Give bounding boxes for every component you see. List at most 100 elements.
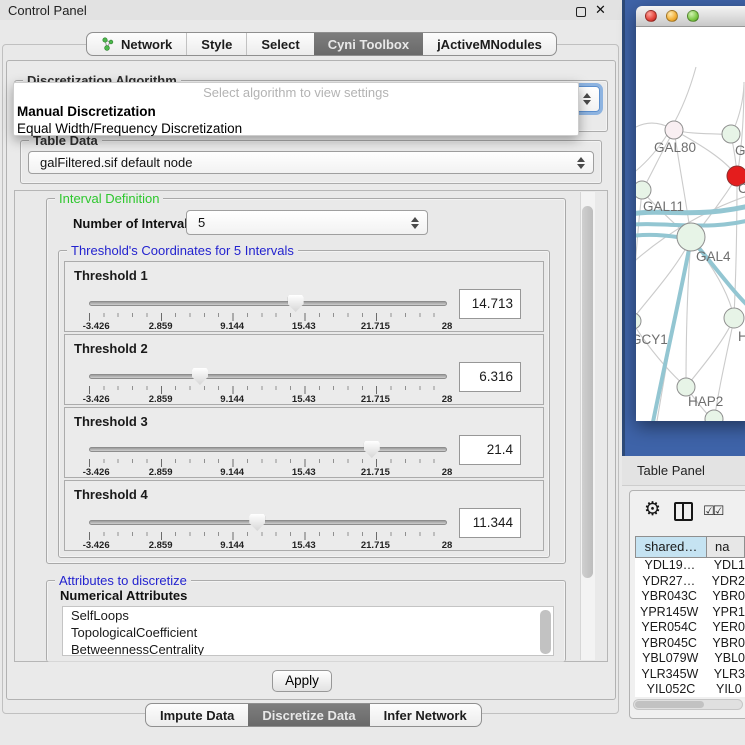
threshold-3-label: Threshold 3 [74,414,148,429]
cell-name[interactable]: YDL1 [705,558,745,574]
cell-name[interactable]: YDR2 [703,574,745,590]
threshold-1-value-field[interactable]: 14.713 [459,289,521,319]
slider-thumb[interactable] [192,368,208,385]
cell-name[interactable]: YBR0 [703,636,745,652]
tab-network[interactable]: Network [87,33,186,55]
network-node-gcy1[interactable] [636,313,641,329]
list-item[interactable]: TopologicalCoefficient [63,624,553,641]
network-view-window[interactable]: GAL80 GA C GAL11 GAL4 GCY1 H HAP2 [636,6,745,421]
tab-jactivemnodules[interactable]: jActiveMNodules [423,33,556,55]
threshold-4-slider[interactable]: -3.426 2.859 9.144 15.43 21.715 28 [89,513,447,549]
table-row[interactable]: YER054CYER0 [635,620,745,636]
network-node[interactable] [722,125,740,143]
network-node-gal80[interactable] [665,121,683,139]
cell-name[interactable]: YER0 [703,620,745,636]
select-checkboxes-icon[interactable]: ☑☑ [703,503,722,519]
close-traffic-light-icon[interactable] [645,10,657,22]
tab-impute-data[interactable]: Impute Data [146,704,248,726]
table-row[interactable]: YBR045CYBR0 [635,636,745,652]
cell-name[interactable]: YBL0 [705,651,745,667]
cell-shared-name[interactable]: YPR145W [635,605,703,621]
table-horizontal-scrollbar-thumb[interactable] [635,701,704,708]
scale-label: 21.715 [361,321,390,332]
float-window-icon[interactable] [576,7,586,17]
slider-track[interactable] [89,301,447,306]
slider-scale-labels: -3.426 2.859 9.144 15.43 21.715 28 [89,467,447,479]
node-label-gal11: GAL11 [643,199,684,214]
slider-track[interactable] [89,447,447,452]
gear-icon[interactable]: ⚙ [644,498,661,521]
tab-cyni-toolbox-label: Cyni Toolbox [328,37,409,52]
dropdown-option-manual-discretization[interactable]: Manual Discretization [14,103,578,120]
tab-select-label: Select [261,37,299,52]
cell-name[interactable]: YLR3 [705,667,745,683]
cell-shared-name[interactable]: YIL052C [635,682,707,697]
cell-name[interactable]: YIL0 [707,682,742,697]
table-data-combobox[interactable]: galFiltered.sif default node [28,151,594,174]
table-row[interactable]: YBR043CYBR0 [635,589,745,605]
algorithm-dropdown-popup: Select algorithm to view settings Manual… [13,82,579,136]
scale-label: 9.144 [220,321,244,332]
table-row[interactable]: YBL079WYBL0 [635,651,745,667]
slider-thumb[interactable] [364,441,380,458]
node-label-gal4: GAL4 [696,249,731,264]
cell-shared-name[interactable]: YER054C [635,620,703,636]
scale-label: 28 [442,394,453,405]
network-canvas[interactable]: GAL80 GA C GAL11 GAL4 GCY1 H HAP2 [636,27,745,421]
node-label-gcy1: GCY1 [636,332,668,347]
close-icon[interactable]: ✕ [595,2,606,18]
list-scrollbar-thumb[interactable] [540,610,551,654]
apply-button[interactable]: Apply [272,670,332,692]
cell-shared-name[interactable]: YDL19… [635,558,705,574]
threshold-2-value-field[interactable]: 6.316 [459,362,521,392]
tab-cyni-toolbox[interactable]: Cyni Toolbox [314,33,423,55]
network-node-gal11[interactable] [636,181,651,199]
cell-name[interactable]: YPR1 [703,605,745,621]
list-item[interactable]: SelfLoops [63,607,553,624]
column-header-shared-name[interactable]: shared… [635,536,707,558]
numerical-attributes-list[interactable]: SelfLoops TopologicalCoefficient Between… [62,606,554,656]
minimize-traffic-light-icon[interactable] [666,10,678,22]
table-panel-title: Table Panel [637,463,705,478]
scale-label: -3.426 [83,321,110,332]
threshold-1-slider[interactable]: -3.426 2.859 9.144 15.43 21.715 28 [89,294,447,330]
cell-shared-name[interactable]: YBL079W [635,651,705,667]
table-row[interactable]: YDR27…YDR2 [635,574,745,590]
dropdown-placeholder-item[interactable]: Select algorithm to view settings [14,83,578,103]
tab-select[interactable]: Select [246,33,313,55]
number-of-intervals-label: Number of Intervals [73,216,195,231]
tab-infer-network[interactable]: Infer Network [370,704,481,726]
network-node[interactable] [724,308,744,328]
threshold-2-slider[interactable]: -3.426 2.859 9.144 15.43 21.715 28 [89,367,447,403]
table-row[interactable]: YPR145WYPR1 [635,605,745,621]
columns-icon[interactable] [674,502,693,521]
tab-network-label: Network [121,37,172,52]
cell-shared-name[interactable]: YBR043C [635,589,703,605]
settings-scrollbar-thumb[interactable] [582,206,593,578]
scale-label: -3.426 [83,540,110,551]
threshold-4-value-field[interactable]: 11.344 [459,508,521,538]
dropdown-option-equal-width[interactable]: Equal Width/Frequency Discretization [14,120,578,137]
cell-shared-name[interactable]: YBR045C [635,636,703,652]
table-row[interactable]: YLR345WYLR3 [635,667,745,683]
tab-discretize-data[interactable]: Discretize Data [248,704,369,726]
list-item[interactable]: BetweennessCentrality [63,641,553,656]
cell-shared-name[interactable]: YLR345W [635,667,705,683]
cell-name[interactable]: YBR0 [703,589,745,605]
number-of-intervals-combobox[interactable]: 5 [186,210,428,235]
column-header-name[interactable]: na [707,536,745,558]
network-node-gal4[interactable] [677,223,705,251]
table-row[interactable]: YDL19…YDL1 [635,558,745,574]
slider-thumb[interactable] [288,295,304,312]
slider-track[interactable] [89,520,447,525]
tab-style[interactable]: Style [186,33,246,55]
cell-shared-name[interactable]: YDR27… [635,574,703,590]
zoom-traffic-light-icon[interactable] [687,10,699,22]
slider-thumb[interactable] [249,514,265,531]
network-node[interactable] [705,410,723,421]
threshold-3-value-field[interactable]: 21.4 [459,435,521,465]
table-row[interactable]: YIL052CYIL0 [635,682,745,697]
table-horizontal-scrollbar[interactable] [633,699,743,710]
slider-track[interactable] [89,374,447,379]
threshold-3-slider[interactable]: -3.426 2.859 9.144 15.43 21.715 28 [89,440,447,476]
